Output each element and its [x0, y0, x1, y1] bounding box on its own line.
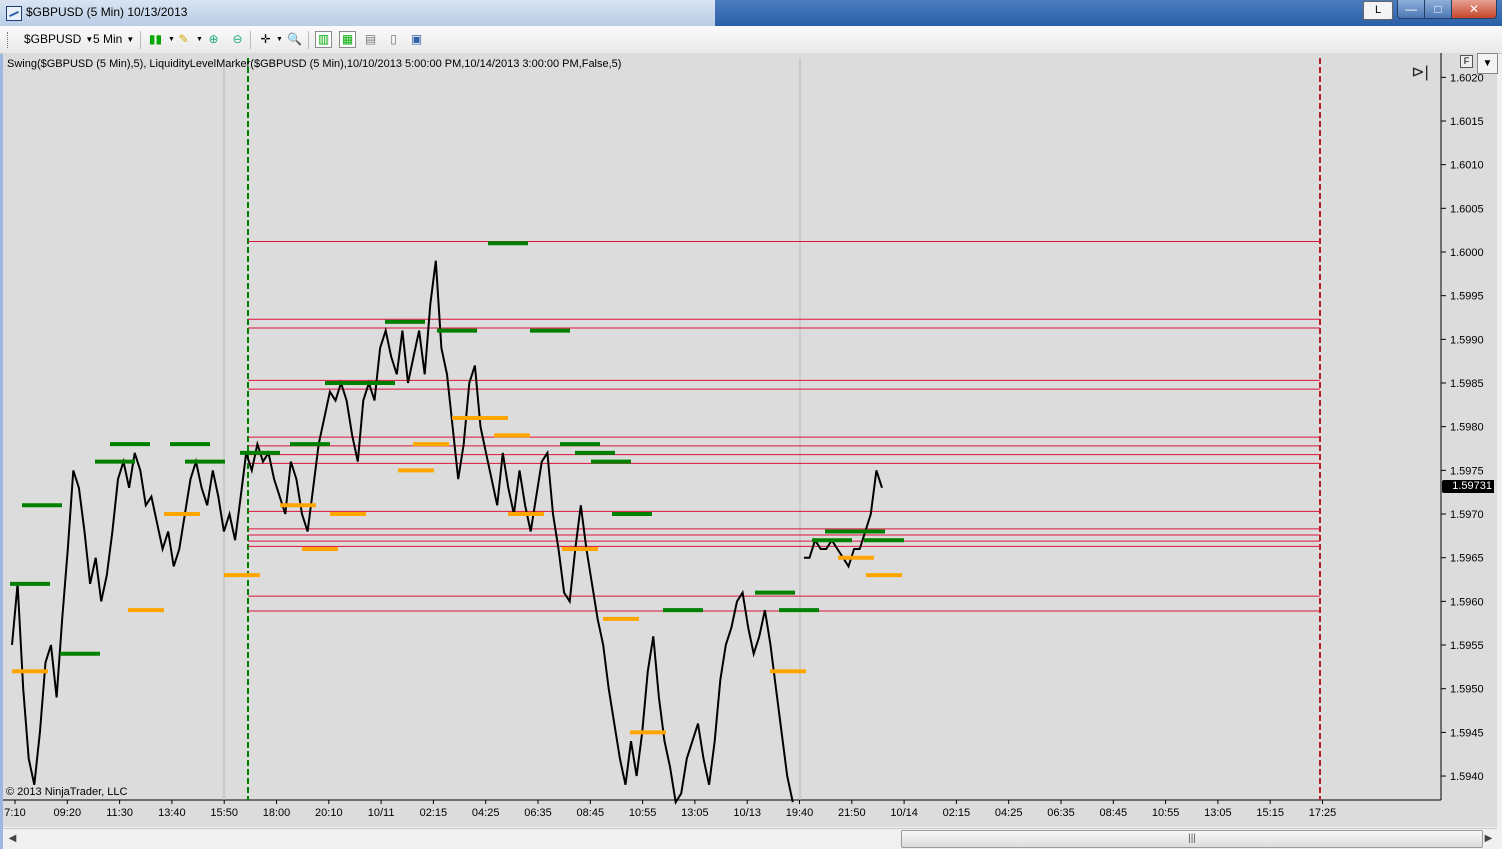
y-tick-label: 1.5990 [1450, 334, 1484, 346]
x-tick-label: 18:00 [263, 807, 291, 819]
y-tick-label: 1.6005 [1450, 203, 1484, 215]
x-tick-label: 7:10 [4, 807, 25, 819]
x-tick-label: 10:55 [1152, 807, 1180, 819]
y-tick-label: 1.5975 [1450, 465, 1484, 477]
indicator-label: Swing($GBPUSD (5 Min),5), LiquidityLevel… [7, 58, 622, 70]
y-tick-label: 1.6015 [1450, 116, 1484, 128]
y-tick-label: 1.5955 [1450, 640, 1484, 652]
x-tick-label: 21:50 [838, 807, 866, 819]
x-tick-label: 13:05 [1204, 807, 1232, 819]
x-tick-label: 13:40 [158, 807, 186, 819]
price-chart[interactable]: 1.6020 1.6015 1.6010 1.6005 1.6000 1.5995 1.59… [0, 0, 1502, 849]
x-tick-label: 06:35 [524, 807, 552, 819]
scroll-right-icon[interactable]: ▶ [1482, 832, 1495, 845]
x-tick-label: 17:25 [1309, 807, 1337, 819]
x-tick-label: 02:15 [943, 807, 971, 819]
x-tick-label: 10/14 [890, 807, 918, 819]
x-tick-label: 13:05 [681, 807, 709, 819]
scrollbar-thumb[interactable]: ||| [901, 830, 1483, 848]
x-tick-label: 20:10 [315, 807, 343, 819]
scroll-left-icon[interactable]: ◀ [6, 832, 19, 845]
y-tick-label: 1.6000 [1450, 247, 1484, 259]
x-tick-label: 06:35 [1047, 807, 1075, 819]
y-tick-label: 1.5950 [1450, 684, 1484, 696]
chevron-down-icon[interactable]: ▼ [1477, 53, 1498, 74]
y-tick-label: 1.5945 [1450, 727, 1484, 739]
panel-float-button[interactable]: F [1460, 55, 1473, 68]
price-series-line [11, 260, 883, 805]
y-tick-label: 1.6010 [1450, 160, 1484, 172]
y-tick-label: 1.5965 [1450, 553, 1484, 565]
x-tick-label: 09:20 [54, 807, 82, 819]
x-tick-label: 10/11 [368, 807, 395, 819]
x-tick-label: 19:40 [786, 807, 814, 819]
x-tick-label: 04:25 [472, 807, 500, 819]
x-tick-label: 15:15 [1256, 807, 1284, 819]
y-tick-label: 1.5985 [1450, 378, 1484, 390]
copyright-text: © 2013 NinjaTrader, LLC [6, 786, 128, 798]
y-tick-label: 1.5960 [1450, 596, 1484, 608]
y-tick-label: 1.5995 [1450, 291, 1484, 303]
x-tick-label: 10/13 [733, 807, 761, 819]
play-to-end-icon[interactable]: ⊳| [1408, 62, 1432, 84]
x-tick-label: 15:50 [210, 807, 238, 819]
x-tick-label: 02:15 [420, 807, 448, 819]
x-tick-label: 11:30 [106, 807, 133, 819]
y-tick-label: 1.6020 [1450, 72, 1484, 84]
y-tick-label: 1.5980 [1450, 422, 1484, 434]
horizontal-scrollbar[interactable]: ◀ ||| ▶ [3, 828, 1497, 848]
x-tick-label: 08:45 [1100, 807, 1128, 819]
x-tick-label: 04:25 [995, 807, 1023, 819]
current-price-marker: 1.59731 [1442, 480, 1494, 493]
y-tick-label: 1.5940 [1450, 771, 1484, 783]
x-tick-label: 08:45 [577, 807, 605, 819]
y-tick-label: 1.5970 [1450, 509, 1484, 521]
x-tick-label: 10:55 [629, 807, 657, 819]
